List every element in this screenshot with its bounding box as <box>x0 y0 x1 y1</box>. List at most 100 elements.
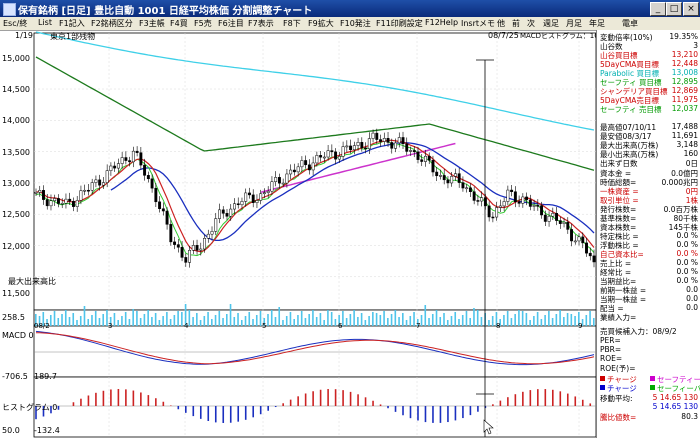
volume-bar <box>368 316 370 326</box>
menu-f3[interactable]: F3主帳 <box>139 18 165 29</box>
hist-bar-negative <box>222 406 225 423</box>
chart-area[interactable]: 1/19 東京1部残物 08/7/25 MACDヒストグラム：106.08 15… <box>0 30 614 438</box>
month-label-mar: 3 <box>108 322 113 330</box>
candle-body <box>218 209 221 219</box>
volume-bar <box>132 309 134 326</box>
volume-bar <box>278 307 281 326</box>
ma-value-1: 5 14.65 130 <box>652 393 698 402</box>
hist-bar-negative <box>267 406 269 411</box>
volume-bar <box>480 317 483 326</box>
volume-bar <box>57 318 60 326</box>
candle-body <box>300 160 304 168</box>
volume-bar <box>68 317 71 326</box>
candle-body <box>307 164 311 171</box>
volume-bar <box>233 317 236 326</box>
month-label-feb: 08/2 <box>34 322 50 330</box>
macd-frame <box>33 325 596 378</box>
menu-list[interactable]: List <box>38 18 52 27</box>
candle-body <box>581 236 585 244</box>
volume-bar <box>113 313 116 326</box>
menu-f7[interactable]: F7表示 <box>248 18 274 29</box>
menu-f1[interactable]: F1記入 <box>59 18 85 29</box>
candle-body <box>158 201 162 209</box>
ma-label: 移動平均: <box>600 394 633 403</box>
candle-body <box>487 205 491 218</box>
hist-bar-negative <box>192 406 195 417</box>
candle-body <box>139 152 143 166</box>
volume-axis-bottom: 258.5 <box>2 313 25 322</box>
candle-body <box>409 150 412 152</box>
menu-f6[interactable]: F6注目 <box>218 18 244 29</box>
panel-row-value: 3 <box>693 41 698 50</box>
volume-bar <box>64 310 67 326</box>
menu-f8[interactable]: F8下 <box>283 18 301 29</box>
menu-esc[interactable]: Esc/終 <box>3 18 27 29</box>
candle-body <box>435 171 439 177</box>
ma-value-2: 5 14.65 130 <box>652 402 698 411</box>
volume-bar <box>72 313 75 326</box>
panel-row-value: 19.35% <box>669 32 698 41</box>
hist-bar-negative <box>447 406 449 423</box>
hist-bar-negative <box>469 406 472 416</box>
candle-body <box>255 200 259 203</box>
volume-bar <box>544 315 546 326</box>
menu-yearly[interactable]: 年足 <box>589 18 605 29</box>
candle-body <box>513 191 517 203</box>
legend-swatch <box>600 385 605 390</box>
menu-f10[interactable]: F10発注 <box>340 18 371 29</box>
candle-body <box>292 169 296 173</box>
price-tick-13000: 13,000 <box>2 179 30 188</box>
volume-bar <box>147 310 149 326</box>
volume-bar <box>91 315 93 326</box>
menu-monthly[interactable]: 月足 <box>566 18 582 29</box>
menu-f11[interactable]: F11印刷設定 <box>376 18 423 29</box>
candle-body <box>176 244 180 248</box>
fin-value: 0.0 % <box>676 276 698 285</box>
menu-f12[interactable]: F12Help <box>425 18 458 27</box>
menu-prev[interactable]: 前 <box>512 18 520 29</box>
volume-bar <box>345 318 348 326</box>
candle-body <box>195 245 199 251</box>
market-label: 東京1部残物 <box>50 32 96 41</box>
hist-bar-negative <box>229 406 232 423</box>
candle-body <box>536 205 540 207</box>
volume-bar <box>413 312 415 326</box>
candle-body <box>79 190 83 201</box>
candle-body <box>75 200 79 207</box>
volume-bar <box>585 315 588 326</box>
volume-bar <box>398 317 400 326</box>
candle-body <box>424 155 427 162</box>
minimize-button[interactable]: _ <box>650 2 666 16</box>
hist-bar-positive <box>514 394 517 406</box>
volume-bar <box>589 311 591 326</box>
menu-other[interactable]: 他 <box>497 18 505 29</box>
hist-bar-positive <box>80 398 82 406</box>
menu-next[interactable]: 次 <box>527 18 535 29</box>
maximize-button[interactable]: □ <box>666 2 682 16</box>
menu-calculator[interactable]: 電卓 <box>622 18 638 29</box>
volume-bar <box>252 319 254 326</box>
hist-bar-negative <box>214 406 217 423</box>
volume-bar <box>390 314 393 326</box>
candle-body <box>135 150 139 153</box>
candle-body <box>337 156 341 160</box>
candle-body <box>367 138 371 150</box>
candle-body <box>375 132 379 140</box>
candle-body <box>341 146 345 157</box>
candle-body <box>510 189 514 192</box>
menu-f9[interactable]: F9拡大 <box>308 18 334 29</box>
volume-bar <box>424 305 427 326</box>
menu-f4[interactable]: F4買 <box>170 18 188 29</box>
menu-insert[interactable]: Insrtメモ <box>461 18 495 29</box>
date-from-label: 1/19 <box>15 31 33 40</box>
candle-body <box>225 213 229 217</box>
volume-bar <box>394 310 397 326</box>
close-button[interactable]: × <box>683 2 699 16</box>
menu-f5[interactable]: F5売 <box>194 18 212 29</box>
volume-bar <box>308 314 310 326</box>
candle-body <box>233 203 236 210</box>
menu-f2[interactable]: F2銘柄区分 <box>91 18 133 29</box>
volume-bar <box>476 310 479 326</box>
volume-bar <box>431 314 434 326</box>
menu-weekly[interactable]: 週足 <box>543 18 559 29</box>
